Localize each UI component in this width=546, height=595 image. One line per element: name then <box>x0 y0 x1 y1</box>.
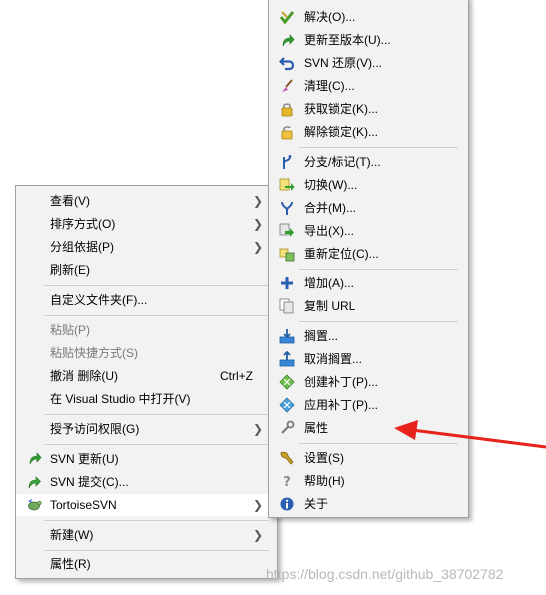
annotation-arrow <box>394 420 546 449</box>
watermark: https://blog.csdn.net/github_38702782 <box>266 566 504 582</box>
